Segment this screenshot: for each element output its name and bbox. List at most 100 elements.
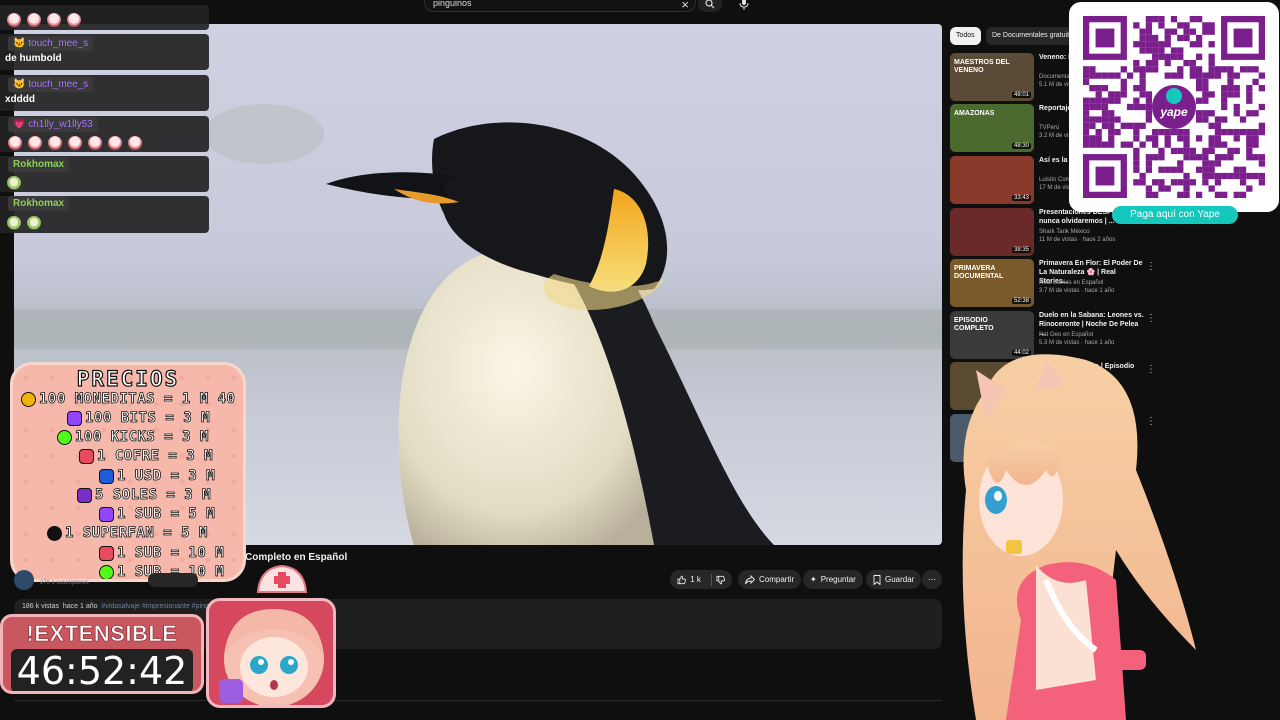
channel-avatar[interactable]: [14, 570, 34, 590]
video-duration: 48:01: [1011, 92, 1031, 98]
chat-username[interactable]: 🐱 touch_mee_s: [8, 36, 94, 51]
twitch-bits-icon: [67, 410, 82, 426]
chibi-avatar: [206, 598, 336, 708]
thumbnail-caption: EPISODIO COMPLETO: [954, 317, 994, 332]
video-title: Completo en Español: [245, 552, 348, 563]
chat-message: [0, 5, 209, 30]
clear-search-icon[interactable]: ×: [681, 0, 689, 12]
voice-search-button[interactable]: [734, 0, 754, 12]
search-icon: [705, 0, 715, 9]
twitch-icon: [99, 506, 114, 522]
recommendation-channel[interactable]: TVPerú: [1039, 125, 1059, 131]
paypal-icon: [99, 468, 114, 484]
recommendation-item[interactable]: PRIMAVERA DOCUMENTAL 52:38 Primavera En Fl…: [950, 259, 1156, 307]
chat-message: 💗 ch1lly_w1lly53: [0, 116, 209, 152]
timer-time: 46:52:42: [11, 649, 193, 691]
ask-button[interactable]: ✦ Preguntar: [803, 570, 863, 589]
emote-icon: [88, 135, 102, 150]
emote-row: [7, 214, 47, 232]
recommendation-meta: 3.7 M de vistas · hace 1 año: [1039, 288, 1115, 294]
price-line: 5 SOLES = 3 M: [77, 487, 211, 503]
timer-label: !EXTENSIBLE: [26, 621, 178, 647]
subscriber-count: 276 k suscriptores: [40, 580, 89, 586]
search-button[interactable]: [698, 0, 722, 12]
emote-icon: [128, 135, 142, 150]
qr-code-image: yape: [1083, 16, 1265, 198]
kick-icon: [99, 564, 114, 579]
like-button[interactable]: 1 k: [670, 570, 732, 589]
search-query: pinguinos: [433, 0, 472, 8]
kick-icon: [57, 429, 72, 445]
recommendation-thumbnail[interactable]: 38:35: [950, 208, 1034, 256]
search-input[interactable]: pinguinos ×: [424, 0, 696, 12]
price-line: 100 BITS = 3 M: [67, 410, 210, 426]
chibi-character-image: [219, 609, 324, 705]
recommendation-thumbnail[interactable]: 33:43: [950, 156, 1034, 204]
subathon-timer: !EXTENSIBLE 46:52:42: [0, 614, 204, 694]
share-button[interactable]: Compartir: [738, 570, 802, 589]
chat-username[interactable]: Rokhomax: [8, 196, 70, 211]
chip-documentales[interactable]: De Documentales gratuit: [986, 27, 1076, 45]
chat-username[interactable]: 🐱 touch_mee_s: [8, 77, 94, 92]
coin-icon: [21, 391, 36, 407]
chat-text: de humbold: [5, 53, 62, 64]
chat-message: 🐱 touch_mee_s xdddd: [0, 75, 209, 111]
vtuber-avatar: [962, 354, 1196, 720]
price-line: 1 SUB = 5 M: [99, 506, 215, 522]
recommendation-meta: 11 M de vistas · hace 2 años: [1039, 237, 1116, 243]
more-options-icon[interactable]: ⋮: [1146, 313, 1156, 324]
emote-row: [7, 174, 27, 192]
emote-icon: [68, 135, 82, 150]
microphone-icon: [739, 0, 749, 10]
save-button[interactable]: Guardar: [866, 570, 922, 589]
emote-icon: [48, 135, 62, 150]
recommendation-thumbnail[interactable]: MAESTROS DEL VENENO 48:01: [950, 53, 1034, 101]
chip-todos[interactable]: Todos: [950, 27, 981, 45]
subscribe-button[interactable]: [148, 573, 198, 587]
chat-message: Rokhomax: [0, 196, 209, 233]
emote-icon: [27, 215, 41, 230]
sub-icon: [99, 545, 114, 561]
chat-username[interactable]: 💗 ch1lly_w1lly53: [8, 117, 98, 132]
emote-icon: [7, 215, 21, 230]
yape-brand-text: yape: [1159, 105, 1188, 119]
thumbnail-caption: PRIMAVERA DOCUMENTAL: [954, 265, 1004, 280]
yape-qr-panel: yape: [1069, 2, 1279, 212]
more-actions-button[interactable]: ⋯: [922, 570, 942, 589]
price-line: 1 SUB = 10 M: [99, 545, 224, 561]
recommendation-thumbnail[interactable]: PRIMAVERA DOCUMENTAL 52:38: [950, 259, 1034, 307]
price-line: 1 SUPERFAN = 5 M: [47, 525, 208, 541]
emote-icon: [28, 135, 42, 150]
emote-icon: [67, 12, 81, 27]
more-options-icon[interactable]: ⋮: [1146, 261, 1156, 272]
stream-overlay-screen: pinguinos × 🐱 touch_mee_s de humbold 🐱 t…: [0, 0, 1280, 720]
emote-icon: [27, 12, 41, 27]
recommendation-channel[interactable]: Nat Geo en Español: [1039, 332, 1093, 338]
emote-icon: [8, 135, 22, 150]
recommendation-channel[interactable]: Shark Tank México: [1039, 229, 1090, 235]
video-meta: 186 k vistas hace 1 año #vidasalvaje #im…: [22, 603, 209, 610]
recommendation-channel[interactable]: Real Stories en Español: [1039, 280, 1103, 286]
video-duration: 48:30: [1011, 143, 1031, 149]
recommendation-meta: 5.3 M de vistas · hace 1 año: [1039, 340, 1115, 346]
emote-icon: [47, 12, 61, 27]
chat-username[interactable]: Rokhomax: [8, 157, 70, 172]
chat-message: Rokhomax: [0, 156, 209, 192]
chat-text: xdddd: [5, 94, 35, 105]
share-icon: [745, 574, 755, 584]
thumbs-up-icon: [677, 575, 686, 584]
emote-icon: [7, 175, 21, 190]
emote-icon: [7, 12, 21, 27]
yape-pay-button[interactable]: Paga aquí con Yape: [1112, 206, 1238, 224]
video-duration: 33:43: [1011, 195, 1031, 201]
price-line: 100 KICKS = 3 M: [57, 429, 209, 445]
sparkle-icon: ✦: [810, 575, 817, 584]
chat-message: 🐱 touch_mee_s de humbold: [0, 34, 209, 70]
price-line: 1 USD = 3 M: [99, 468, 215, 484]
tiktok-icon: [47, 525, 62, 541]
recommendation-thumbnail[interactable]: AMAZONAS 48:30: [950, 104, 1034, 152]
yape-icon: [77, 487, 92, 503]
chest-icon: [79, 448, 94, 464]
thumbs-down-icon: [716, 575, 725, 584]
nurse-hat-icon: [256, 564, 308, 593]
